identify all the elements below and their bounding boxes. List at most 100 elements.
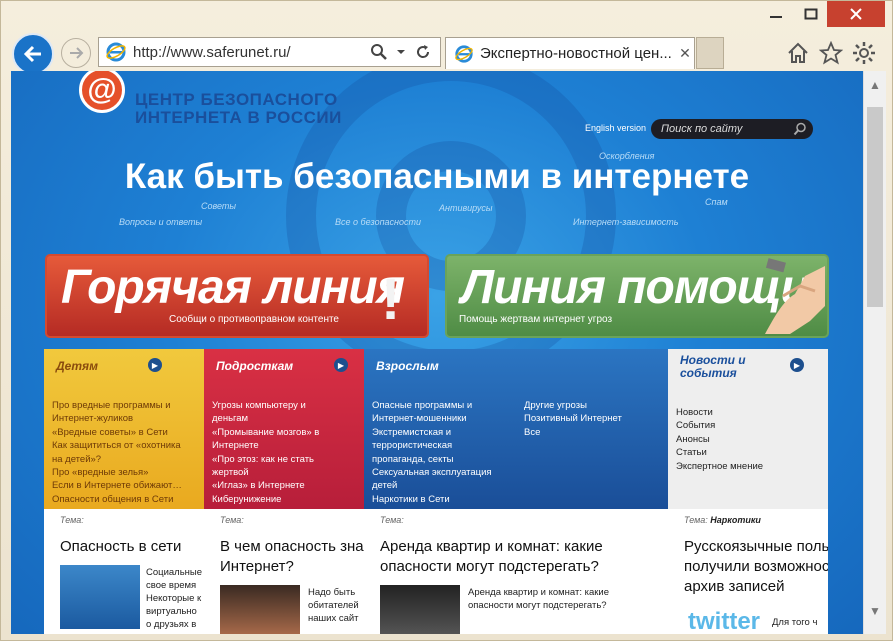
article-image[interactable] bbox=[60, 565, 140, 629]
list-item[interactable]: Про вредные программы и bbox=[52, 399, 182, 412]
list-item[interactable]: «Иглаз» в Интернете bbox=[212, 479, 319, 492]
article-title[interactable]: Русскоязычные поль получили возможност а… bbox=[684, 537, 828, 597]
list-item[interactable]: Новости bbox=[676, 406, 763, 419]
home-button[interactable] bbox=[784, 39, 812, 67]
teens-heading[interactable]: Подросткам bbox=[216, 359, 293, 373]
list-item[interactable]: Про «вредные зелья» bbox=[52, 466, 182, 479]
article-title[interactable]: В чем опасность зна Интернет? bbox=[220, 537, 364, 577]
tag-link[interactable]: Вопросы и ответы bbox=[119, 217, 202, 227]
forward-button[interactable] bbox=[61, 38, 91, 68]
tag-link[interactable]: Оскорбления bbox=[599, 151, 654, 161]
scroll-down-icon[interactable]: ▼ bbox=[864, 601, 886, 621]
article-theme-value[interactable]: Наркотики bbox=[710, 515, 761, 525]
list-item[interactable]: «Вредные советы» в Сети bbox=[52, 426, 182, 439]
article-title[interactable]: Аренда квартир и комнат: какие опасности… bbox=[380, 537, 603, 577]
article-card: Тема: Аренда квартир и комнат: какие опа… bbox=[364, 509, 668, 634]
list-item[interactable]: Интернете bbox=[212, 439, 319, 452]
vertical-scrollbar[interactable]: ▲ ▼ bbox=[863, 71, 886, 634]
new-tab-button[interactable] bbox=[696, 37, 724, 69]
exclamation-icon: ! bbox=[381, 267, 401, 332]
teens-section: Подросткам ▶ Угрозы компьютеру и деньгам… bbox=[204, 349, 364, 509]
search-icon[interactable] bbox=[370, 43, 388, 61]
helpline-subtitle: Помощь жертвам интернет угроз bbox=[459, 314, 613, 325]
list-item[interactable]: Экспертное мнение bbox=[676, 460, 763, 473]
site-search-input[interactable]: Поиск по сайту bbox=[651, 119, 813, 139]
list-item[interactable]: Статьи bbox=[676, 446, 763, 459]
site-logo[interactable]: @ ЦЕНТР БЕЗОПАСНОГО ИНТЕРНЕТА В РОССИИ bbox=[79, 71, 342, 127]
hotline-title: Горячая линия bbox=[61, 261, 405, 314]
list-item[interactable]: жертвой bbox=[212, 466, 319, 479]
tag-link[interactable]: Интернет-зависимость bbox=[573, 217, 678, 227]
ie-tab-icon bbox=[455, 44, 473, 63]
list-item[interactable]: Опасности общения в Сети bbox=[52, 493, 182, 506]
list-item[interactable]: террористическая bbox=[372, 439, 492, 452]
hotline-subtitle: Сообщи о противоправном контенте bbox=[169, 314, 339, 325]
article-snippet: Для того ч bbox=[772, 617, 818, 628]
list-item[interactable]: Другие угрозы bbox=[524, 399, 622, 412]
list-item[interactable]: «Про этоз: как не стать bbox=[212, 453, 319, 466]
list-item[interactable]: Киберунижение bbox=[212, 493, 319, 506]
scrollbar-thumb[interactable] bbox=[867, 107, 883, 307]
tag-link[interactable]: Спам bbox=[705, 197, 728, 207]
list-item[interactable]: деньгам bbox=[212, 412, 319, 425]
tab-title: Экспертно-новостной цен... bbox=[480, 45, 672, 62]
tag-link[interactable]: Все о безопасности bbox=[335, 217, 421, 227]
minimize-button[interactable] bbox=[761, 1, 791, 27]
search-icon[interactable] bbox=[793, 122, 807, 136]
article-title[interactable]: Опасность в сети bbox=[60, 537, 181, 557]
list-item[interactable]: Как защититься от «охотника bbox=[52, 439, 182, 452]
list-item[interactable]: Интернет-мошенники bbox=[372, 412, 492, 425]
tab-close-icon[interactable]: ✕ bbox=[676, 45, 694, 62]
hero-title: Как быть безопасными в интернете bbox=[124, 157, 750, 196]
list-item[interactable]: Анонсы bbox=[676, 433, 763, 446]
list-item[interactable]: детей bbox=[372, 479, 492, 492]
star-icon bbox=[819, 41, 843, 65]
gear-icon bbox=[853, 42, 875, 64]
list-item[interactable]: Все bbox=[524, 426, 622, 439]
news-section: Новости и события ▶ Новости События Анон… bbox=[668, 349, 828, 509]
list-item[interactable]: «Промывание мозгов» в bbox=[212, 426, 319, 439]
list-item[interactable]: Опасные программы и bbox=[372, 399, 492, 412]
helpline-banner[interactable]: Линия помощи Помощь жертвам интернет угр… bbox=[445, 254, 829, 338]
list-item[interactable]: Угрозы компьютеру и bbox=[212, 399, 319, 412]
article-card: Тема: В чем опасность зна Интернет? Надо… bbox=[204, 509, 364, 634]
list-item[interactable]: пропаганда, секты bbox=[372, 453, 492, 466]
english-version-link[interactable]: English version bbox=[585, 123, 646, 133]
tag-link[interactable]: Антивирусы bbox=[439, 203, 493, 213]
list-item[interactable]: Интернет-жуликов bbox=[52, 412, 182, 425]
article-image[interactable] bbox=[380, 585, 460, 634]
play-icon[interactable]: ▶ bbox=[334, 358, 348, 372]
close-window-button[interactable] bbox=[827, 1, 885, 27]
tag-link[interactable]: Советы bbox=[201, 201, 236, 211]
refresh-icon[interactable] bbox=[414, 43, 432, 61]
dropdown-arrow-icon[interactable] bbox=[396, 47, 406, 57]
list-item[interactable]: на детей»? bbox=[52, 453, 182, 466]
favorites-button[interactable] bbox=[817, 39, 845, 67]
kids-section: Детям ▶ Про вредные программы и Интернет… bbox=[44, 349, 204, 509]
adults-heading[interactable]: Взрослым bbox=[376, 359, 439, 373]
settings-button[interactable] bbox=[850, 39, 878, 67]
article-snippet: Социальные свое время Некоторые к виртуа… bbox=[146, 567, 203, 630]
back-button[interactable] bbox=[12, 33, 54, 75]
at-logo-icon: @ bbox=[79, 71, 125, 113]
tab-active[interactable]: Экспертно-новостной цен... ✕ bbox=[445, 37, 695, 69]
address-bar[interactable]: http://www.saferunet.ru/ bbox=[98, 37, 441, 67]
close-icon bbox=[850, 8, 862, 20]
kids-heading[interactable]: Детям bbox=[56, 359, 98, 373]
maximize-button[interactable] bbox=[796, 1, 826, 27]
list-item[interactable]: Экстремистская и bbox=[372, 426, 492, 439]
list-item[interactable]: Если в Интернете обижают… bbox=[52, 479, 182, 492]
list-item[interactable]: Наркотики в Сети bbox=[372, 493, 492, 506]
list-item[interactable]: Сексуальная эксплуатация bbox=[372, 466, 492, 479]
hotline-banner[interactable]: Горячая линия ! Сообщи о противоправном … bbox=[45, 254, 429, 338]
scroll-up-icon[interactable]: ▲ bbox=[864, 75, 886, 95]
article-image[interactable] bbox=[220, 585, 300, 634]
article-theme: Тема: bbox=[60, 515, 84, 525]
news-heading-line-1: Новости и bbox=[680, 353, 746, 367]
twitter-logo[interactable]: twitter bbox=[688, 608, 760, 634]
news-heading[interactable]: Новости и события bbox=[680, 354, 746, 380]
play-icon[interactable]: ▶ bbox=[148, 358, 162, 372]
list-item[interactable]: Позитивный Интернет bbox=[524, 412, 622, 425]
list-item[interactable]: События bbox=[676, 419, 763, 432]
play-icon[interactable]: ▶ bbox=[790, 358, 804, 372]
